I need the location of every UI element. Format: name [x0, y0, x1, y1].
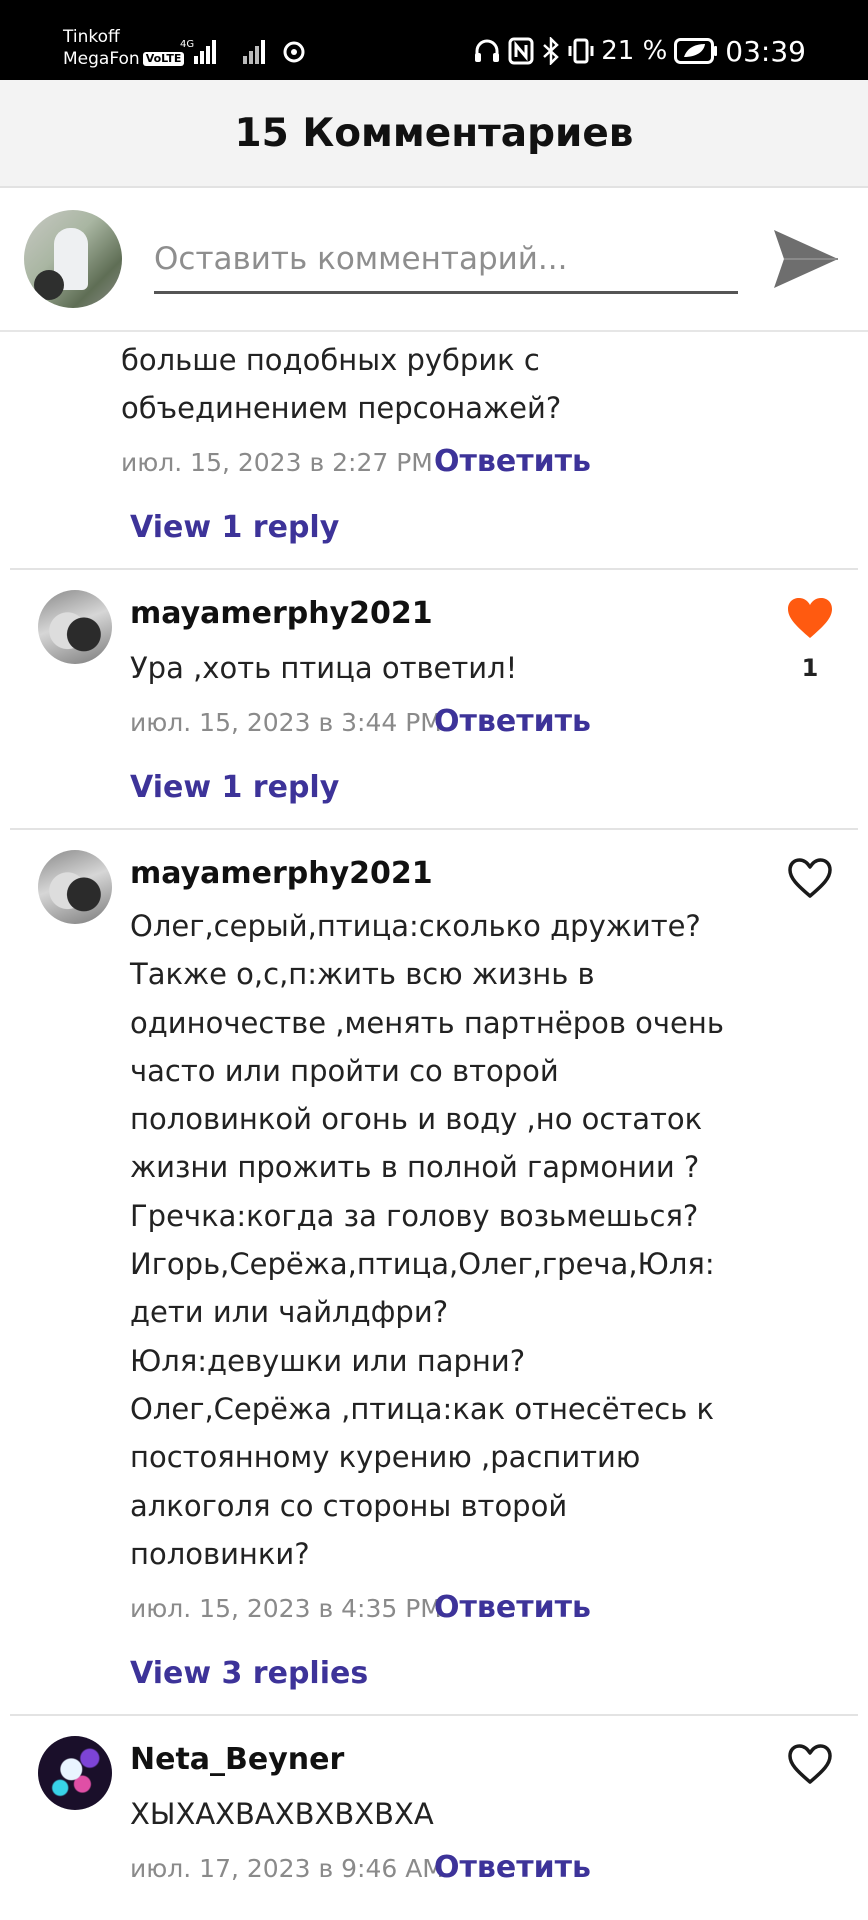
heart-filled-icon[interactable] [786, 596, 834, 640]
comment-divider [10, 568, 858, 570]
battery-percent: 21 % [601, 36, 668, 66]
page-title: 15 Комментариев [234, 110, 634, 156]
view-replies-link[interactable]: View 3 replies [130, 1656, 368, 1692]
avatar[interactable] [38, 1736, 112, 1810]
carrier-1: Tinkoff [63, 27, 120, 47]
status-bar: Tinkoff MegaFon VoLTE 4G 21 % 03:39 [0, 0, 868, 80]
comment-text: больше подобных рубрик с объединением пе… [121, 343, 562, 426]
view-replies-link[interactable]: View 1 reply [130, 770, 339, 806]
comment-input[interactable] [154, 236, 738, 294]
sync-icon [283, 41, 305, 63]
status-icons: 21 % 03:39 [473, 34, 806, 68]
network-type: 4G [180, 39, 194, 50]
clock: 03:39 [725, 34, 806, 68]
comment-divider [10, 828, 858, 830]
like-count: 1 [801, 654, 819, 682]
comment-username[interactable]: mayamerphy2021 [130, 856, 433, 892]
view-replies-link[interactable]: View 1 reply [130, 510, 339, 546]
vibrate-icon [568, 38, 594, 64]
comment-date: июл. 17, 2023 в 9:46 AM [130, 1854, 444, 1883]
comment-date: июл. 15, 2023 в 3:44 PM [130, 708, 442, 737]
reply-button[interactable]: Ответить [434, 1590, 591, 1626]
headphones-icon [475, 39, 500, 62]
avatar[interactable] [38, 590, 112, 664]
nfc-icon [508, 37, 534, 65]
avatar[interactable] [38, 850, 112, 924]
reply-button[interactable]: Ответить [434, 1850, 591, 1886]
comment-text: ХЫХАХВАХВХВХВХА [130, 1797, 434, 1831]
comment-divider [10, 1714, 858, 1716]
comment-date: июл. 15, 2023 в 4:35 PM [130, 1594, 442, 1623]
comment-username[interactable]: Neta_Beyner [130, 1742, 344, 1778]
send-icon[interactable] [770, 224, 842, 294]
signal-icon: 4G [180, 39, 216, 64]
comment-username[interactable]: mayamerphy2021 [130, 596, 433, 632]
comment-composer [0, 190, 868, 332]
carrier-2: MegaFon [63, 49, 140, 69]
carrier-info: Tinkoff MegaFon VoLTE [63, 26, 185, 70]
comment-text: Олег,серый,птица:сколько дружите? Также … [130, 909, 724, 1571]
reply-button[interactable]: Ответить [434, 444, 591, 480]
heart-outline-icon[interactable] [786, 856, 834, 900]
volte-badge: VoLTE [142, 52, 185, 66]
comment-date: июл. 15, 2023 в 2:27 PM [121, 448, 433, 477]
bluetooth-icon [543, 37, 560, 65]
heart-outline-icon[interactable] [786, 1742, 834, 1786]
signal-2-icon [243, 40, 265, 64]
battery-icon [674, 38, 718, 64]
comments-header: 15 Комментариев [0, 80, 868, 188]
comment-text: Ура ,хоть птица ответил! [130, 651, 518, 685]
current-user-avatar[interactable] [24, 210, 122, 308]
reply-button[interactable]: Ответить [434, 704, 591, 740]
